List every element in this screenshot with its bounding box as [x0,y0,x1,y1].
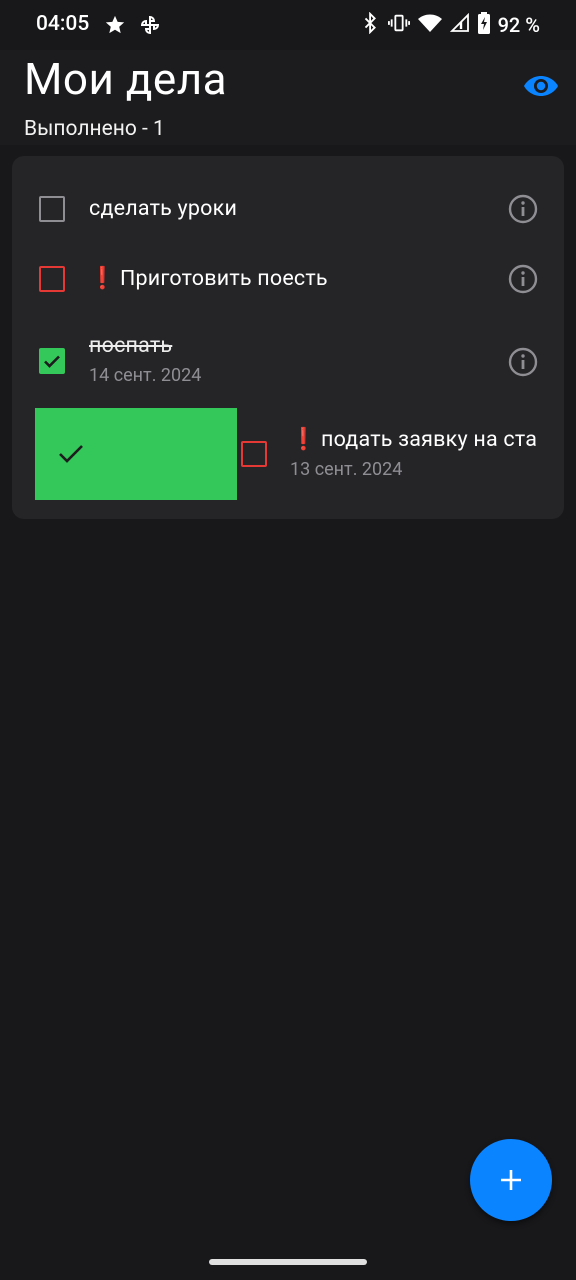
task-info-button[interactable] [508,194,538,224]
task-info-button[interactable] [508,264,538,294]
task-date: 14 сент. 2024 [89,365,202,386]
star-icon [104,14,126,40]
bluetooth-icon [362,11,380,38]
add-task-button[interactable] [470,1139,552,1221]
task-title: подать заявку на ста [320,427,538,452]
important-mark: ❗ [290,427,317,452]
wifi-icon [417,12,442,38]
task-checkbox[interactable] [39,266,65,292]
task-row-swiping[interactable]: ❗ подать заявку на ста 13 сент. 2024 [12,408,564,500]
task-title-wrapper: ❗ Приготовить поесть [89,266,328,291]
task-row[interactable]: поспать 14 сент. 2024 [12,316,564,406]
status-time: 04:05 [36,12,90,36]
task-title: сделать уроки [89,196,238,221]
task-title-wrapper: ❗ подать заявку на ста [290,427,537,452]
task-checkbox-checked[interactable] [39,348,65,374]
task-info-button[interactable] [508,347,538,377]
vibrate-icon [387,12,410,38]
pinwheel-icon [138,13,162,41]
important-mark: ❗ [89,266,116,291]
task-checkbox[interactable] [39,196,65,222]
home-indicator[interactable] [209,1259,367,1265]
battery-percent: 92 % [497,13,540,37]
page-title: Мои дела [24,53,228,105]
status-bar: 04:05 92 % [0,0,576,50]
task-checkbox[interactable] [241,441,267,467]
plus-icon [501,1170,521,1190]
task-title: Приготовить поесть [119,266,328,291]
checkmark-icon [44,355,60,368]
task-date: 13 сент. 2024 [290,459,403,480]
signal-icon [449,12,470,37]
app-header: Мои дела Выполнено - 1 [0,50,576,145]
task-list-card: сделать уроки ❗ Приготовить поесть поспат… [12,156,564,519]
task-row[interactable]: сделать уроки [12,176,564,244]
eye-icon [524,76,558,96]
battery-charging-icon [477,12,490,38]
task-row[interactable]: ❗ Приготовить поесть [12,244,564,316]
info-icon [508,347,538,377]
info-icon [508,264,538,294]
visibility-toggle-button[interactable] [523,72,559,100]
info-icon [508,194,538,224]
done-count-label: Выполнено - 1 [24,117,165,141]
task-title: поспать [89,333,173,358]
